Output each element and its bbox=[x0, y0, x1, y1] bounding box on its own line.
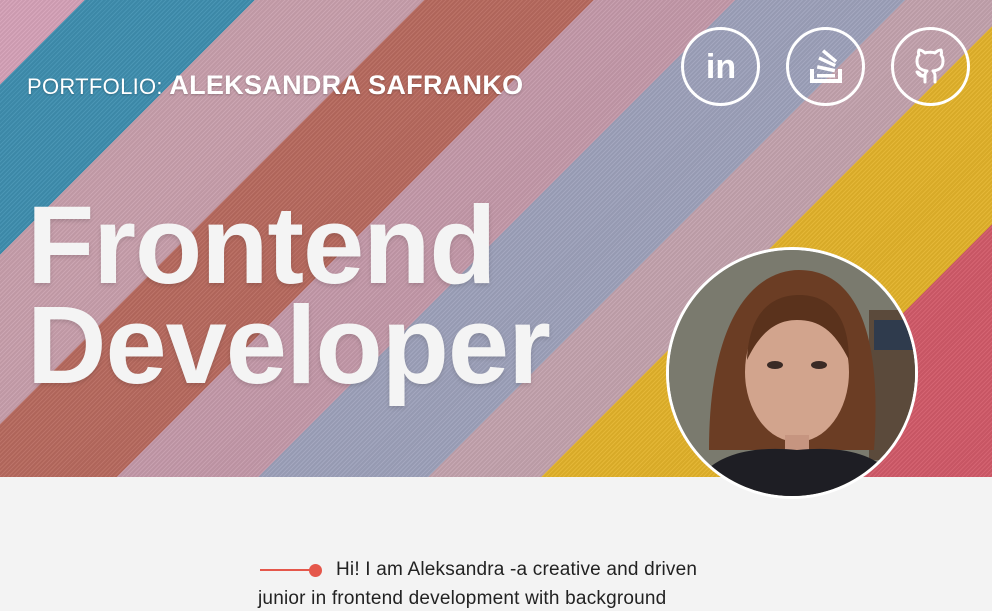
github-link[interactable] bbox=[891, 27, 970, 106]
hero-headline: Frontend Developer bbox=[27, 184, 551, 407]
linkedin-link[interactable]: in bbox=[681, 27, 760, 106]
portfolio-heading: PORTFOLIO: ALEKSANDRA SAFRANKO bbox=[27, 70, 523, 101]
portfolio-prefix: PORTFOLIO: bbox=[27, 74, 163, 99]
svg-text:in: in bbox=[705, 50, 735, 84]
headline-line-1: Frontend bbox=[27, 184, 497, 307]
avatar bbox=[666, 247, 918, 499]
intro-body: Hi! I am Aleksandra -a creative and driv… bbox=[258, 559, 698, 609]
intro-text: Hi! I am Aleksandra -a creative and driv… bbox=[258, 555, 738, 611]
linkedin-icon: in bbox=[705, 50, 735, 84]
profile-photo bbox=[669, 250, 915, 496]
stackoverflow-icon bbox=[809, 48, 842, 83]
social-links: in bbox=[681, 27, 970, 106]
stackoverflow-link[interactable] bbox=[786, 27, 865, 106]
headline-line-2: Developer bbox=[27, 284, 551, 407]
bullet-marker bbox=[260, 563, 322, 577]
portfolio-name: ALEKSANDRA SAFRANKO bbox=[169, 70, 524, 100]
github-icon bbox=[915, 48, 944, 83]
